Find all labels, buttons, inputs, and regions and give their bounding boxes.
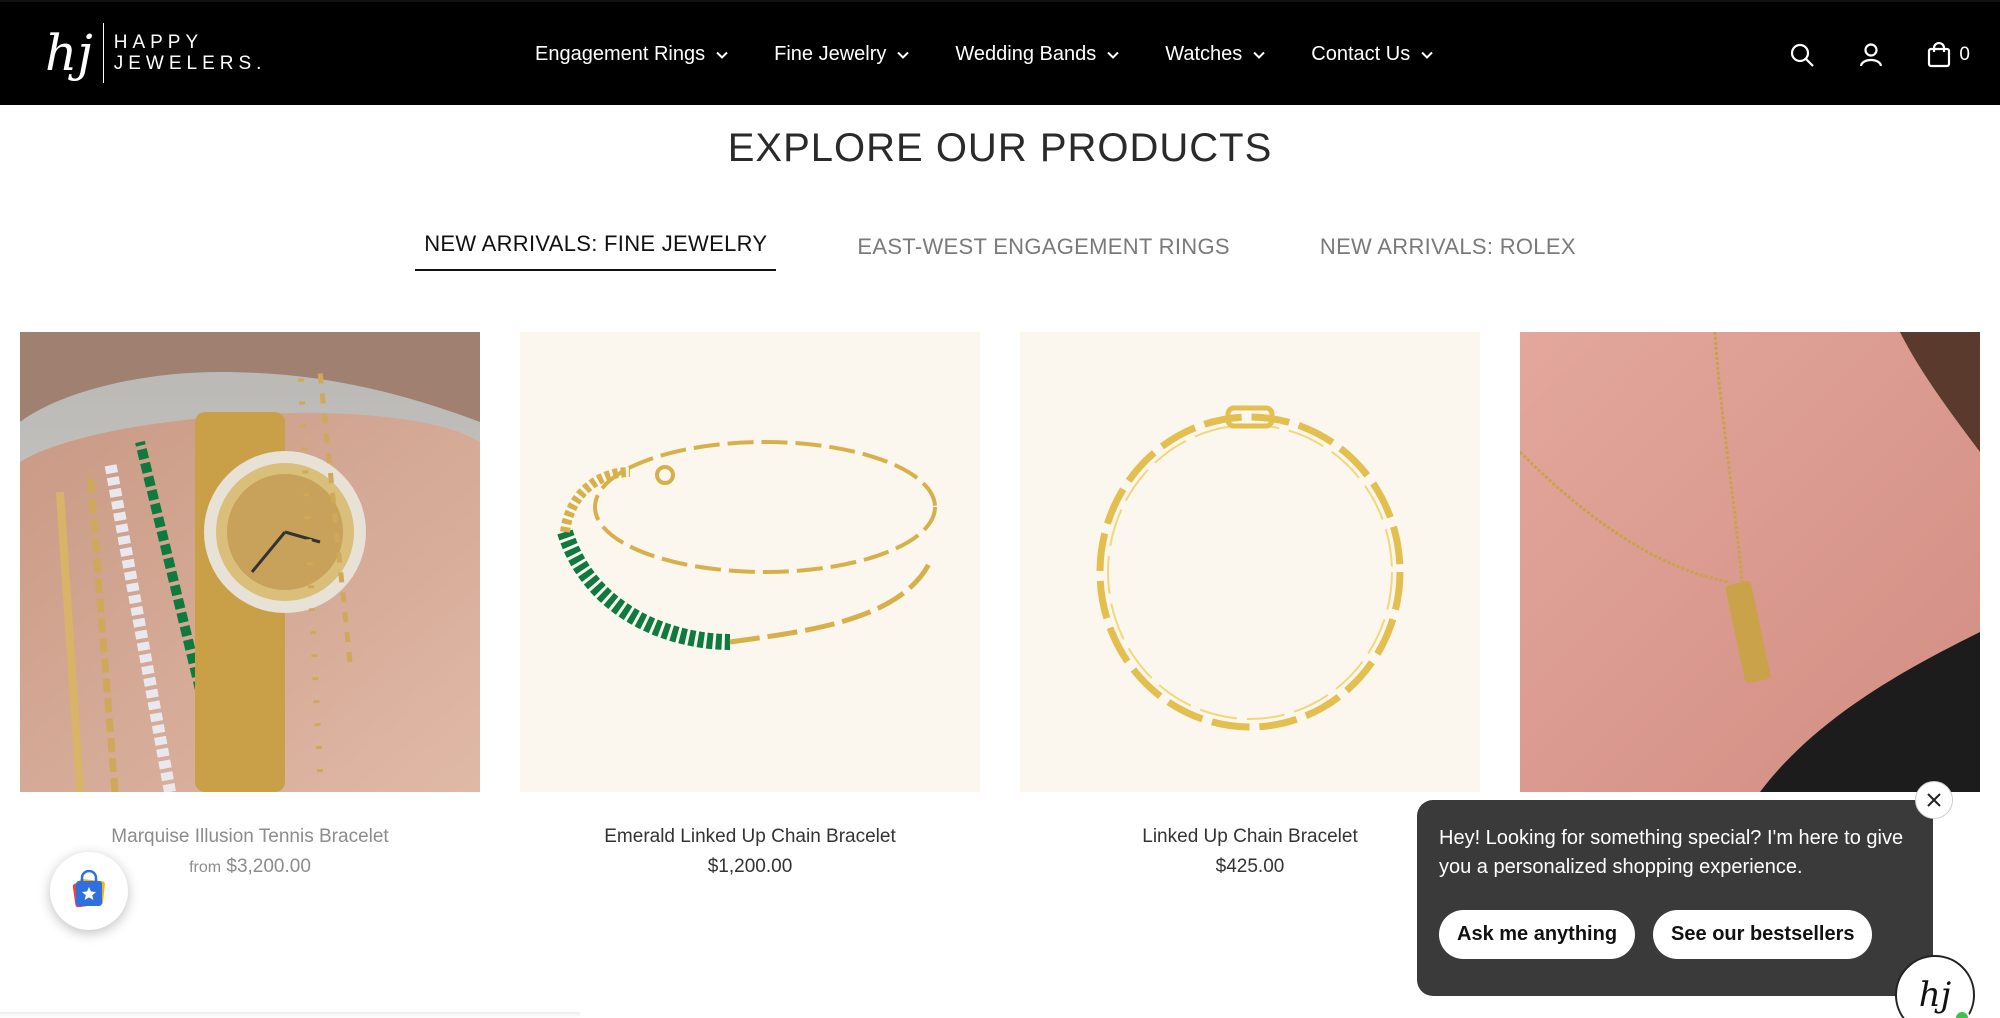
product-name[interactable]: Linked Up Chain Bracelet [1020, 826, 1480, 848]
product-image[interactable] [1520, 332, 1980, 792]
chevron-down-icon [1107, 51, 1119, 59]
logo-monogram: hj [45, 23, 104, 83]
cart-count: 0 [1959, 43, 1970, 65]
chevron-down-icon [1253, 51, 1265, 59]
section-title: EXPLORE OUR PRODUCTS [727, 126, 1273, 170]
chat-close-button[interactable] [1915, 781, 1953, 819]
product-price: $425.00 [1215, 856, 1285, 877]
brand-logo[interactable]: hj HAPPY JEWELERS. [45, 20, 266, 86]
cart-icon [1928, 41, 1951, 67]
nav-label: Engagement Rings [535, 43, 706, 65]
tab-new-arrivals-fine-jewelry[interactable]: NEW ARRIVALS: FINE JEWELRY [415, 227, 777, 271]
product-card[interactable] [1520, 332, 1980, 878]
ask-me-anything-button[interactable]: Ask me anything [1439, 910, 1636, 959]
logo-wordmark: HAPPY JEWELERS. [104, 32, 267, 74]
chat-popup: Hey! Looking for something special? I'm … [1417, 800, 1933, 996]
nav-label: Watches [1165, 43, 1243, 65]
nav-label: Fine Jewelry [774, 43, 887, 65]
product-price: $3,200.00 [226, 856, 311, 877]
chevron-down-icon [897, 51, 910, 59]
logo-line-1: HAPPY [113, 32, 204, 53]
product-price: $1,200.00 [707, 856, 793, 877]
tab-east-west-engagement-rings[interactable]: EAST-WEST ENGAGEMENT RINGS [848, 230, 1239, 274]
logo-line-2: JEWELERS. [113, 53, 267, 74]
nav-watches[interactable]: Watches [1165, 43, 1266, 66]
main-nav: Engagement Rings Fine Jewelry Wedding Ba… [535, 2, 1479, 107]
product-grid: Marquise Illusion Tennis Bracelet from $… [20, 332, 1980, 878]
product-image[interactable] [20, 332, 480, 792]
shop-app-button[interactable] [50, 852, 128, 930]
product-tabs: NEW ARRIVALS: FINE JEWELRY EAST-WEST ENG… [0, 230, 2000, 274]
search-icon[interactable] [1789, 42, 1815, 68]
site-header: hj HAPPY JEWELERS. Engagement Rings Fine… [0, 0, 2000, 105]
header-actions: 0 [1745, 2, 1970, 107]
nav-label: Contact Us [1311, 43, 1411, 65]
close-icon [1927, 793, 1941, 807]
bottom-divider [0, 1012, 580, 1018]
nav-label: Wedding Bands [955, 43, 1097, 65]
chat-message: Hey! Looking for something special? I'm … [1439, 827, 1904, 878]
shopping-bag-star-icon [72, 870, 105, 908]
product-name[interactable]: Marquise Illusion Tennis Bracelet [20, 826, 480, 848]
product-card[interactable]: Linked Up Chain Bracelet $425.00 [1020, 332, 1480, 878]
chevron-down-icon [716, 51, 728, 59]
product-name[interactable]: Emerald Linked Up Chain Bracelet [520, 826, 980, 848]
nav-contact-us[interactable]: Contact Us [1311, 43, 1434, 66]
tab-new-arrivals-rolex[interactable]: NEW ARRIVALS: ROLEX [1311, 230, 1585, 274]
product-card[interactable]: Emerald Linked Up Chain Bracelet $1,200.… [520, 332, 980, 878]
product-image[interactable] [1020, 332, 1480, 792]
see-bestsellers-button[interactable]: See our bestsellers [1653, 910, 1873, 959]
product-image[interactable] [520, 332, 980, 792]
chevron-down-icon [1421, 51, 1433, 59]
nav-wedding-bands[interactable]: Wedding Bands [955, 43, 1120, 66]
nav-fine-jewelry[interactable]: Fine Jewelry [774, 43, 910, 66]
chat-actions: Ask me anything See our bestsellers [1439, 910, 1911, 959]
nav-engagement-rings[interactable]: Engagement Rings [535, 43, 729, 66]
product-card[interactable]: Marquise Illusion Tennis Bracelet from $… [20, 332, 480, 878]
cart-button[interactable]: 0 [1927, 41, 1970, 68]
user-icon[interactable] [1859, 42, 1883, 68]
price-prefix: from [189, 859, 222, 876]
